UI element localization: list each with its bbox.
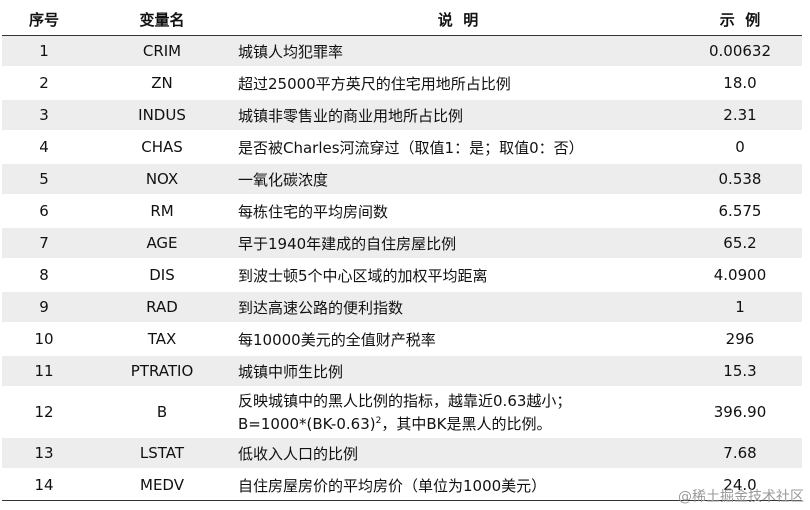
row-description: 城镇非零售业的商业用地所占比例 bbox=[238, 100, 678, 132]
variables-table: 序号 变量名 说 明 示 例 1 CRIM 城镇人均犯罪率 0.00632 2 … bbox=[2, 4, 802, 501]
table-body: 1 CRIM 城镇人均犯罪率 0.00632 2 ZN 超过25000平方英尺的… bbox=[2, 36, 802, 501]
table-row: 2 ZN 超过25000平方英尺的住宅用地所占比例 18.0 bbox=[2, 68, 802, 100]
row-index: 11 bbox=[2, 356, 86, 388]
watermark: @稀土掘金技术社区 bbox=[678, 489, 804, 505]
description-line-1: 反映城镇中的黑人比例的指标，越靠近0.63越小； bbox=[238, 391, 572, 410]
row-example: 65.2 bbox=[678, 228, 802, 260]
row-example: 15.3 bbox=[678, 356, 802, 388]
header-variable: 变量名 bbox=[86, 4, 238, 36]
header-row: 序号 变量名 说 明 示 例 bbox=[2, 4, 802, 36]
description-line-2: B=1000*(BK-0.63)2，其中BK是黑人的比例。 bbox=[238, 411, 678, 434]
row-variable: B bbox=[86, 388, 238, 438]
row-index: 7 bbox=[2, 228, 86, 260]
row-example: 0 bbox=[678, 132, 802, 164]
row-variable: DIS bbox=[86, 260, 238, 292]
table-row: 5 NOX 一氧化碳浓度 0.538 bbox=[2, 164, 802, 196]
table-row: 10 TAX 每10000美元的全值财产税率 296 bbox=[2, 324, 802, 356]
row-description: 城镇人均犯罪率 bbox=[238, 36, 678, 68]
row-example: 18.0 bbox=[678, 68, 802, 100]
table-row: 7 AGE 早于1940年建成的自住房屋比例 65.2 bbox=[2, 228, 802, 260]
row-description: 每10000美元的全值财产税率 bbox=[238, 324, 678, 356]
row-example: 0.00632 bbox=[678, 36, 802, 68]
row-variable: RAD bbox=[86, 292, 238, 324]
formula-note: ，其中BK是黑人的比例。 bbox=[381, 414, 552, 433]
row-description: 一氧化碳浓度 bbox=[238, 164, 678, 196]
table-row: 8 DIS 到波士顿5个中心区域的加权平均距离 4.0900 bbox=[2, 260, 802, 292]
row-description: 低收入人口的比例 bbox=[238, 438, 678, 470]
table-row: 13 LSTAT 低收入人口的比例 7.68 bbox=[2, 438, 802, 470]
row-description: 早于1940年建成的自住房屋比例 bbox=[238, 228, 678, 260]
row-variable: RM bbox=[86, 196, 238, 228]
row-example: 7.68 bbox=[678, 438, 802, 470]
row-variable: MEDV bbox=[86, 470, 238, 501]
row-index: 3 bbox=[2, 100, 86, 132]
row-variable: CHAS bbox=[86, 132, 238, 164]
header-description: 说 明 bbox=[238, 4, 678, 36]
row-index: 6 bbox=[2, 196, 86, 228]
row-index: 1 bbox=[2, 36, 86, 68]
row-example: 0.538 bbox=[678, 164, 802, 196]
table-row: 9 RAD 到达高速公路的便利指数 1 bbox=[2, 292, 802, 324]
row-variable: AGE bbox=[86, 228, 238, 260]
row-description: 反映城镇中的黑人比例的指标，越靠近0.63越小； B=1000*(BK-0.63… bbox=[238, 388, 678, 438]
table-row: 4 CHAS 是否被Charles河流穿过（取值1：是；取值0：否） 0 bbox=[2, 132, 802, 164]
row-example: 1 bbox=[678, 292, 802, 324]
formula-text: B=1000*(BK-0.63) bbox=[238, 414, 376, 433]
row-index: 14 bbox=[2, 470, 86, 501]
row-example: 4.0900 bbox=[678, 260, 802, 292]
row-variable: LSTAT bbox=[86, 438, 238, 470]
header-index: 序号 bbox=[2, 4, 86, 36]
page: 序号 变量名 说 明 示 例 1 CRIM 城镇人均犯罪率 0.00632 2 … bbox=[0, 0, 810, 510]
row-description: 到达高速公路的便利指数 bbox=[238, 292, 678, 324]
row-description: 到波士顿5个中心区域的加权平均距离 bbox=[238, 260, 678, 292]
row-variable: INDUS bbox=[86, 100, 238, 132]
row-index: 4 bbox=[2, 132, 86, 164]
row-variable: ZN bbox=[86, 68, 238, 100]
row-description: 城镇中师生比例 bbox=[238, 356, 678, 388]
row-description: 自住房屋房价的平均房价（单位为1000美元） bbox=[238, 470, 678, 501]
row-example: 6.575 bbox=[678, 196, 802, 228]
table-header: 序号 变量名 说 明 示 例 bbox=[2, 4, 802, 36]
row-index: 5 bbox=[2, 164, 86, 196]
row-description: 是否被Charles河流穿过（取值1：是；取值0：否） bbox=[238, 132, 678, 164]
row-index: 10 bbox=[2, 324, 86, 356]
row-description: 每栋住宅的平均房间数 bbox=[238, 196, 678, 228]
row-index: 13 bbox=[2, 438, 86, 470]
row-variable: NOX bbox=[86, 164, 238, 196]
table-row: 11 PTRATIO 城镇中师生比例 15.3 bbox=[2, 356, 802, 388]
row-index: 8 bbox=[2, 260, 86, 292]
row-variable: PTRATIO bbox=[86, 356, 238, 388]
table-row: 6 RM 每栋住宅的平均房间数 6.575 bbox=[2, 196, 802, 228]
row-index: 9 bbox=[2, 292, 86, 324]
table-row: 3 INDUS 城镇非零售业的商业用地所占比例 2.31 bbox=[2, 100, 802, 132]
header-example: 示 例 bbox=[678, 4, 802, 36]
table-row: 12 B 反映城镇中的黑人比例的指标，越靠近0.63越小； B=1000*(BK… bbox=[2, 388, 802, 438]
row-example: 396.90 bbox=[678, 388, 802, 438]
row-description: 超过25000平方英尺的住宅用地所占比例 bbox=[238, 68, 678, 100]
row-example: 2.31 bbox=[678, 100, 802, 132]
table-row: 1 CRIM 城镇人均犯罪率 0.00632 bbox=[2, 36, 802, 68]
row-index: 12 bbox=[2, 388, 86, 438]
row-index: 2 bbox=[2, 68, 86, 100]
row-variable: TAX bbox=[86, 324, 238, 356]
row-variable: CRIM bbox=[86, 36, 238, 68]
row-example: 296 bbox=[678, 324, 802, 356]
